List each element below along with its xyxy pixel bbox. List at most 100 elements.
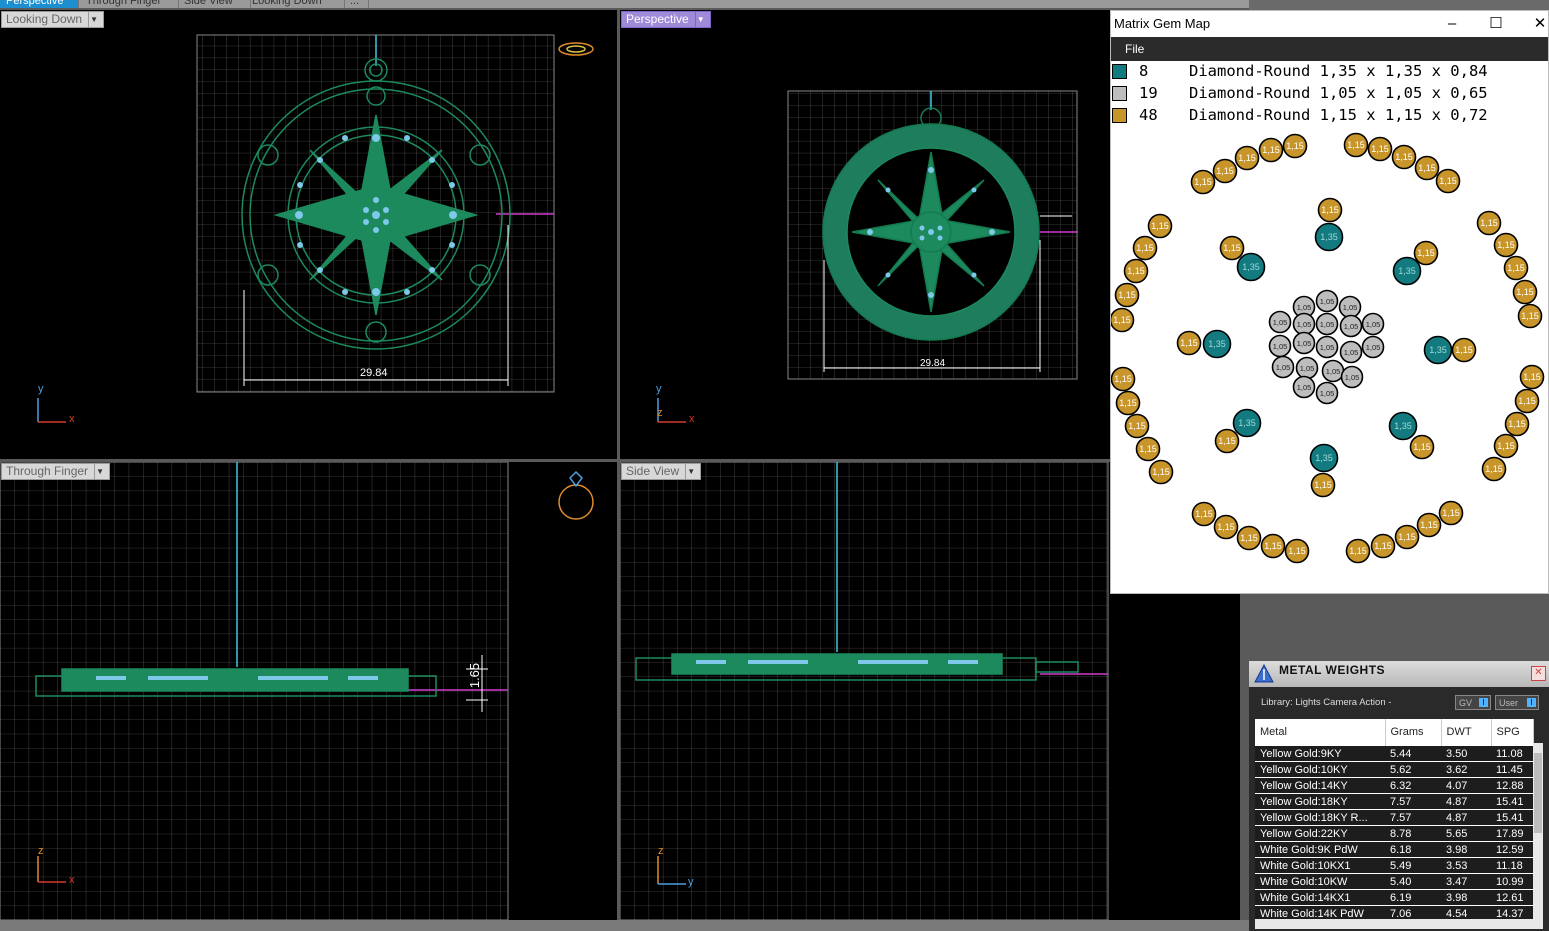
table-row[interactable]: White Gold:10KX1 5.49 3.53 11.18 [1255,857,1533,874]
tab-perspective[interactable]: Perspective [0,0,79,8]
cell-metal: Yellow Gold:18KY [1255,793,1385,810]
col-metal[interactable]: Metal [1255,719,1386,746]
cell-grams: 5.62 [1385,761,1441,778]
gem-count: 48 [1139,106,1158,124]
gem-size-label: 1,15 [1114,374,1132,384]
gem-size-label: 1,05 [1320,320,1335,329]
gem-size-label: 1,35 [1208,339,1226,349]
gem-size-label: 1,15 [1418,163,1436,173]
axis-gizmo [37,398,66,423]
dimension-label: 1.65 [467,662,483,689]
cell-spg: 11.18 [1491,857,1533,874]
gem-size-label: 1,05 [1297,320,1312,329]
viewport-perspective[interactable]: 29.84 y z x Perspective ▼ [620,10,1110,459]
tab-through-finger[interactable]: Through Finger [80,0,179,8]
cell-grams: 6.32 [1385,777,1441,794]
cell-dwt: 3.50 [1441,745,1491,762]
axis-label-z: z [657,407,663,419]
toolbar-strip [1249,0,1549,10]
table-row[interactable]: Yellow Gold:18KY R... 7.57 4.87 15.41 [1255,809,1533,826]
cell-grams: 6.18 [1385,841,1441,858]
tab-looking-down[interactable]: Looking Down [246,0,345,8]
cell-spg: 10.99 [1491,873,1533,890]
user-indicator: I [1527,698,1536,707]
minimize-button[interactable]: – [1430,11,1474,37]
table-row[interactable]: Yellow Gold:22KY 8.78 5.65 17.89 [1255,825,1533,842]
close-button[interactable]: ✕ [1518,11,1549,37]
gem-size-label: 1,35 [1242,262,1260,272]
gv-button[interactable]: GV I [1455,695,1491,710]
col-spg[interactable]: SPG [1491,719,1534,746]
table-row[interactable]: Yellow Gold:9KY 5.44 3.50 11.08 [1255,745,1533,762]
table-row[interactable]: Yellow Gold:18KY 7.57 4.87 15.41 [1255,793,1533,810]
gem-size-label: 1,05 [1326,367,1341,376]
tab-side-view[interactable]: Side View [178,0,251,8]
view-tab-strip: Perspective Through Finger Side View Loo… [0,0,1249,8]
gem-size-label: 1,15 [1151,221,1169,231]
cell-metal: White Gold:10KX1 [1255,857,1385,874]
gem-size-label: 1,15 [1119,398,1137,408]
vertical-scrollbar[interactable] [1533,743,1543,919]
ring-preview-icon [558,470,594,520]
cell-metal: White Gold:14KX1 [1255,889,1385,906]
horizontal-scrollbar[interactable] [1255,919,1543,929]
table-row[interactable]: Yellow Gold:10KY 5.62 3.62 11.45 [1255,761,1533,778]
cell-grams: 7.57 [1385,793,1441,810]
gem-size-label: 1,15 [1314,480,1332,490]
gem-size-label: 1,15 [1262,145,1280,155]
gem-size-label: 1,15 [1127,266,1145,276]
gem-size-label: 1,15 [1480,218,1498,228]
axis-label-y: y [38,383,44,395]
gem-map-window[interactable]: Matrix Gem Map – ☐ ✕ File 8 Diamond-Roun… [1110,10,1549,594]
gem-map-titlebar[interactable]: Matrix Gem Map – ☐ ✕ [1111,11,1548,37]
cell-grams: 6.19 [1385,889,1441,906]
table-row[interactable]: White Gold:9K PdW 6.18 3.98 12.59 [1255,841,1533,858]
dimension-label: 29.84 [360,367,388,379]
cell-dwt: 3.62 [1441,761,1491,778]
viewport-label-looking-down[interactable]: Looking Down ▼ [1,11,105,28]
gem-size-label: 1,15 [1240,533,1258,543]
chevron-down-icon[interactable]: ▼ [694,12,706,27]
gem-size-label: 1,15 [1374,541,1392,551]
viewport-label-perspective[interactable]: Perspective ▼ [621,11,711,28]
color-swatch [1112,85,1127,101]
viewport-through-finger[interactable]: 1.65 z x Through Finger ▼ [0,462,617,920]
gem-size-label: 1,15 [1195,509,1213,519]
chevron-down-icon[interactable]: ▼ [94,464,105,479]
gem-size-label: 1,15 [1439,176,1457,186]
axis-label-x: x [69,874,75,886]
chevron-down-icon[interactable]: ▼ [685,464,696,479]
gem-size-label: 1,15 [1497,240,1515,250]
table-row[interactable]: White Gold:10KW 5.40 3.47 10.99 [1255,873,1533,890]
col-grams[interactable]: Grams [1385,719,1442,746]
user-button[interactable]: User I [1495,695,1539,710]
cell-grams: 5.49 [1385,857,1441,874]
chevron-down-icon[interactable]: ▼ [88,12,99,27]
gem-size-label: 1,15 [1113,315,1131,325]
viewport-label-side-view[interactable]: Side View ▼ [621,463,702,480]
viewport-looking-down[interactable]: 29.84 y x Looking Down ▼ [0,10,617,459]
gem-size-label: 1,15 [1217,522,1235,532]
cell-dwt: 4.07 [1441,777,1491,794]
tab-more[interactable]: ... [344,0,369,8]
maximize-button[interactable]: ☐ [1474,11,1518,37]
gem-size-label: 1,05 [1320,343,1335,352]
scrollbar-thumb[interactable] [1534,753,1542,833]
gem-size-label: 1,15 [1180,338,1198,348]
cell-spg: 15.41 [1491,793,1533,810]
gem-size-label: 1,15 [1288,546,1306,556]
close-button[interactable]: ✕ [1531,666,1546,681]
menu-file[interactable]: File [1125,42,1144,56]
col-dwt[interactable]: DWT [1441,719,1492,746]
gem-size-label: 1,05 [1300,364,1315,373]
gem-size-label: 1,15 [1518,396,1536,406]
viewport-label-through-finger[interactable]: Through Finger ▼ [1,463,111,480]
cell-dwt: 4.87 [1441,793,1491,810]
gem-size-label: 1,15 [1238,153,1256,163]
cell-spg: 12.88 [1491,777,1533,794]
table-row[interactable]: White Gold:14KX1 6.19 3.98 12.61 [1255,889,1533,906]
cell-metal: Yellow Gold:18KY R... [1255,809,1385,826]
gem-size-label: 1,15 [1139,444,1157,454]
table-row[interactable]: Yellow Gold:14KY 6.32 4.07 12.88 [1255,777,1533,794]
gem-description: Diamond-Round 1,35 x 1,35 x 0,84 [1189,62,1488,80]
